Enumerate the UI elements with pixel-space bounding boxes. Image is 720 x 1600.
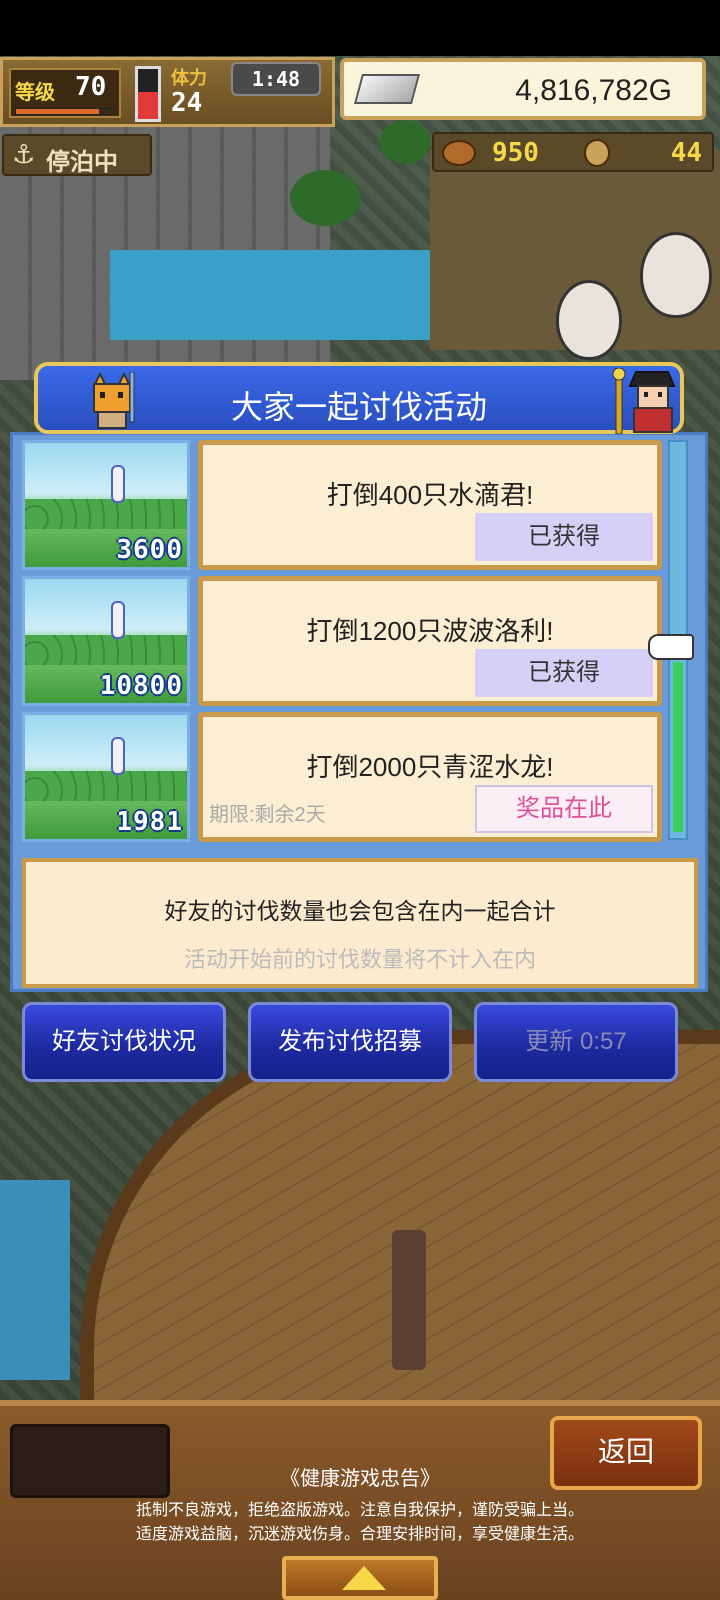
pirate-captain-icon [612,368,676,434]
sea-water [0,1180,70,1380]
stamina-gauge [135,66,161,122]
exclamation-icon [111,737,125,775]
tree [380,120,430,164]
level-value: 70 [75,72,107,102]
water-channel [110,250,430,340]
silver-ingot-icon [353,74,421,104]
thumbnail-hills [25,499,187,529]
resource-bar: 950 44 [432,132,714,172]
friend-status-button[interactable]: 好友讨伐状况 [22,1002,226,1082]
exclamation-icon [111,601,125,639]
level-label: 等级 [15,80,55,104]
quest-title: 打倒2000只青涩水龙! [306,752,554,782]
quest-deadline: 期限:剩余2天 [209,804,326,826]
quest-title: 打倒400只水滴君! [326,480,534,510]
egg-decoration [640,232,712,318]
event-title: 大家一起讨伐活动 [230,389,487,425]
quest-item: 10800 打倒1200只波波洛利! 已获得 [22,576,662,706]
quest-kill-count: 1981 [116,807,183,837]
quest-item: 1981 打倒2000只青涩水龙! 期限:剩余2天 奖品在此 [22,712,662,842]
food-icon [442,140,476,166]
medal-icon [584,139,610,167]
stamina-label: 体力 [171,68,207,89]
quest-card: 打倒1200只波波洛利! 已获得 [198,576,662,706]
thumbnail-hills [25,635,187,665]
tree [290,170,360,226]
quest-card: 打倒2000只青涩水龙! 期限:剩余2天 奖品在此 [198,712,662,842]
info-sub-text: 活动开始前的讨伐数量将不计入在内 [183,947,536,972]
exclamation-icon [111,465,125,503]
health-notice-line: 适度游戏益脑，沉迷游戏伤身。合理安排时间，享受健康生活。 [135,1526,584,1543]
quest-thumbnail: 10800 [22,576,190,706]
stamina-timer: 1:48 [231,62,321,96]
post-recruit-button[interactable]: 发布讨伐招募 [248,1002,452,1082]
info-main-text: 好友的讨伐数量也会包含在内一起合计 [164,898,556,924]
prize-button[interactable]: 奖品在此 [475,785,653,833]
quest-card: 打倒400只水滴君! 已获得 [198,440,662,570]
level-box: 等级 70 [9,68,121,118]
quest-kill-count: 10800 [99,671,183,701]
ship-mast [392,1230,426,1370]
player-status-panel: 等级 70 体力 24 1:48 [0,57,335,127]
status-bar-area [0,0,720,56]
thumbnail-hills [25,771,187,801]
bottom-bar: 返回 《健康游戏忠告》 抵制不良游戏，拒绝盗版游戏。注意自我保护，谨防受骗上当。… [0,1400,720,1600]
claimed-button[interactable]: 已获得 [475,649,653,697]
docked-label: 停泊中 [46,148,118,176]
money-value: 4,816,782G [515,74,672,107]
quest-title: 打倒1200只波波洛利! [306,616,554,646]
level-progress-fill [16,109,100,114]
event-info-box: 好友的讨伐数量也会包含在内一起合计 活动开始前的讨伐数量将不计入在内 [22,858,698,988]
health-notice-title: 《健康游戏忠告》 [280,1468,440,1490]
level-progress-bar [15,108,115,115]
money-display[interactable]: 4,816,782G [340,58,706,120]
food-value: 950 [492,138,539,168]
stamina-value: 24 [171,88,203,118]
stamina-fill [138,91,158,119]
event-title-banner: 大家一起讨伐活动 [34,362,684,434]
docked-status[interactable]: ⚓ 停泊中 [2,134,152,176]
expand-menu-button[interactable] [282,1556,438,1600]
quest-thumbnail: 3600 [22,440,190,570]
refresh-button[interactable]: 更新 0:57 [474,1002,678,1082]
quest-thumbnail: 1981 [22,712,190,842]
claimed-button[interactable]: 已获得 [475,513,653,561]
health-notice-line: 抵制不良游戏，拒绝盗版游戏。注意自我保护，谨防受骗上当。 [135,1502,584,1519]
quest-kill-count: 3600 [116,535,183,565]
egg-decoration [556,280,622,360]
scrollbar-thumb[interactable] [673,662,683,832]
hand-pointer-icon [648,634,694,660]
arrow-up-icon [342,1566,386,1590]
anchor-icon: ⚓ [12,140,36,170]
medal-value: 44 [670,138,702,168]
quest-item: 3600 打倒400只水滴君! 已获得 [22,440,662,570]
